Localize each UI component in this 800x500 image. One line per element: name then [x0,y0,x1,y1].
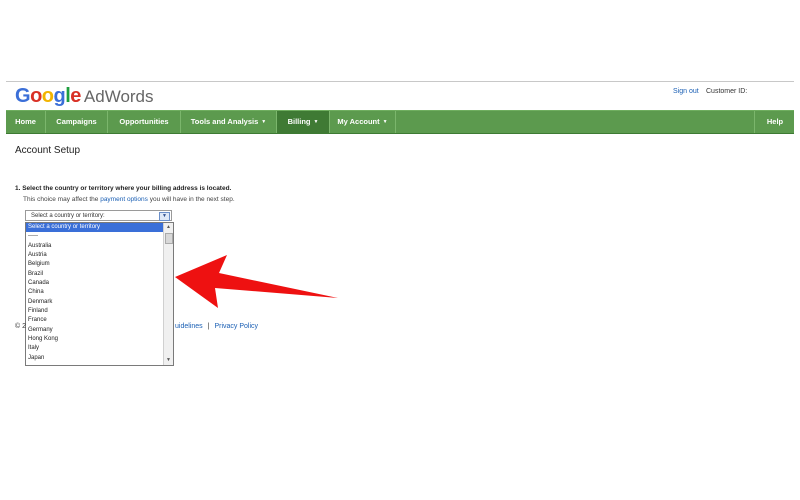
chevron-down-icon[interactable]: ▼ [159,212,170,221]
adwords-logo[interactable]: Google AdWords [15,85,154,109]
country-option[interactable]: Hong Kong [26,335,173,344]
header-divider [6,81,794,82]
country-option[interactable]: Belgium [26,260,173,269]
nav-billing-label: Billing [287,117,311,126]
nav-help-label: Help [766,117,784,126]
scroll-up-icon[interactable]: ▲ [164,223,173,232]
dropdown-scrollbar[interactable]: ▲ ▼ [163,223,173,365]
nav-my-account[interactable]: My Account ▼ [330,111,396,133]
country-option[interactable]: ----- [26,232,173,241]
country-option[interactable]: France [26,316,173,325]
nav-tools[interactable]: Tools and Analysis ▼ [181,111,277,133]
scroll-thumb[interactable] [165,233,173,244]
country-option[interactable]: China [26,288,173,297]
country-option[interactable]: Austria [26,251,173,260]
country-dropdown-list[interactable]: Select a country or territory ----- Austra… [25,222,174,366]
country-option[interactable]: Select a country or territory [26,223,163,233]
main-nav: Home Campaigns Opportunities Tools and A… [6,110,794,134]
country-option[interactable]: Germany [26,326,173,335]
nav-my-account-label: My Account [337,117,380,126]
chevron-down-icon: ▼ [261,119,267,125]
chevron-down-icon: ▼ [313,119,319,125]
arrow-icon [175,255,338,308]
country-option[interactable]: Japan [26,354,173,363]
scroll-down-icon[interactable]: ▼ [164,356,173,365]
country-option[interactable]: Finland [26,307,173,316]
note-prefix: This choice may affect the [23,196,99,203]
nav-tools-label: Tools and Analysis [190,117,259,126]
nav-help[interactable]: Help [754,111,795,133]
nav-billing[interactable]: Billing ▼ [277,111,330,133]
guidelines-link[interactable]: uidelines [175,323,203,330]
step-note: This choice may affect the payment optio… [23,196,235,203]
nav-opportunities[interactable]: Opportunities [108,111,181,133]
footer-copyright: © 2 [15,323,26,330]
payment-options-link[interactable]: payment options [100,196,148,203]
nav-home[interactable]: Home [6,111,46,133]
country-option[interactable]: Denmark [26,298,173,307]
chevron-down-icon: ▼ [382,119,388,125]
nav-campaigns-label: Campaigns [56,117,97,126]
sign-out-link[interactable]: Sign out [673,88,699,95]
country-option[interactable]: Canada [26,279,173,288]
country-option[interactable]: Brazil [26,270,173,279]
adwords-wordmark: AdWords [83,87,154,106]
privacy-policy-link[interactable]: Privacy Policy [214,323,258,330]
footer-links: uidelines | Privacy Policy [175,323,258,330]
nav-campaigns[interactable]: Campaigns [46,111,108,133]
nav-home-label: Home [15,117,36,126]
note-suffix: you will have in the next step. [149,196,235,203]
step-label: 1. Select the country or territory where… [15,185,232,192]
country-select-value: Select a country or territory: [31,213,105,219]
nav-opportunities-label: Opportunities [119,117,169,126]
footer-separator: | [207,323,210,330]
page-title: Account Setup [15,145,81,156]
country-option[interactable]: Australia [26,242,173,251]
country-select[interactable]: Select a country or territory: ▼ [25,210,172,221]
customer-id-label: Customer ID: [706,88,748,95]
country-option[interactable]: Italy [26,344,173,353]
google-wordmark: Google [15,85,81,107]
red-arrow-annotation [175,255,338,308]
